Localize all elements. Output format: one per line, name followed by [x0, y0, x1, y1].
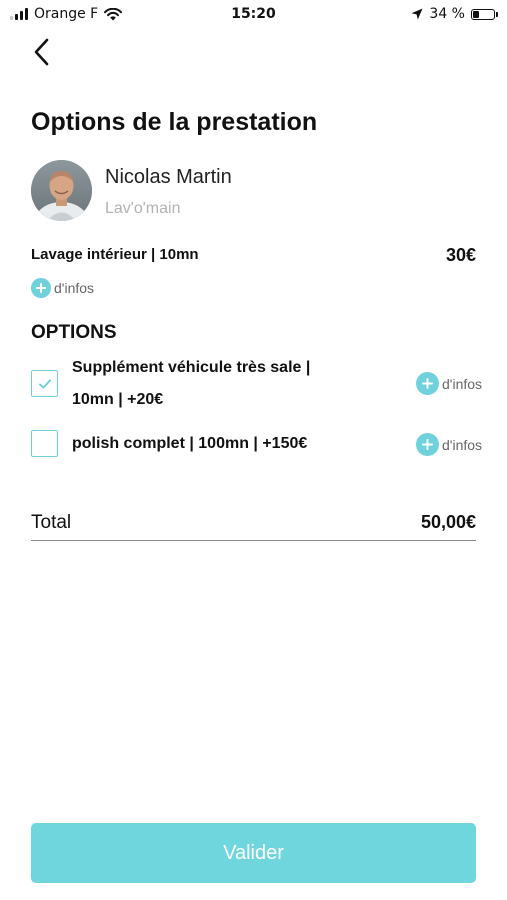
provider-name: Nicolas Martin — [105, 166, 232, 188]
option-info-label-2: d'infos — [442, 436, 483, 453]
service-label: Lavage intérieur | 10mn — [31, 246, 199, 263]
plus-circle-icon — [31, 278, 51, 298]
service-info-link[interactable]: d'infos — [31, 278, 94, 298]
validate-button[interactable]: Valider — [31, 823, 476, 883]
checkmark-icon — [38, 379, 51, 388]
avatar — [31, 160, 92, 221]
options-heading: OPTIONS — [31, 322, 117, 343]
provider-company: Lav'o'main — [105, 200, 181, 217]
total-label: Total — [31, 512, 72, 533]
chevron-left-icon — [34, 38, 49, 66]
option-label-1-line2: 10mn | +20€ — [72, 391, 164, 408]
page-title: Options de la prestation — [31, 108, 318, 136]
plus-circle-icon — [416, 372, 439, 395]
battery-percentage: 34 % — [429, 6, 465, 22]
battery-icon — [471, 8, 498, 20]
status-bar: Orange F 15:20 34 % — [0, 0, 507, 30]
battery-level-fill — [473, 10, 479, 18]
option-checkbox-1[interactable] — [31, 370, 58, 397]
option-label-1: Supplément véhicule très sale | 10mn | +… — [72, 352, 310, 416]
option-info-link-1[interactable]: d'infos — [416, 372, 482, 395]
service-price: 30€ — [445, 245, 476, 265]
location-arrow-icon — [411, 8, 423, 20]
option-info-link-2[interactable]: d'infos — [416, 433, 482, 456]
option-info-label-1: d'infos — [442, 375, 483, 392]
total-value: 50,00€ — [420, 512, 476, 532]
back-button[interactable] — [24, 34, 60, 70]
status-right: 34 % — [411, 6, 498, 22]
plus-circle-icon — [416, 433, 439, 456]
option-label-1-line1: Supplément véhicule très sale | — [72, 359, 311, 376]
option-checkbox-2[interactable] — [31, 430, 58, 457]
option-label-2: polish complet | 100mn | +150€ — [72, 435, 308, 452]
service-info-label: d'infos — [54, 280, 95, 296]
total-divider — [31, 540, 476, 541]
